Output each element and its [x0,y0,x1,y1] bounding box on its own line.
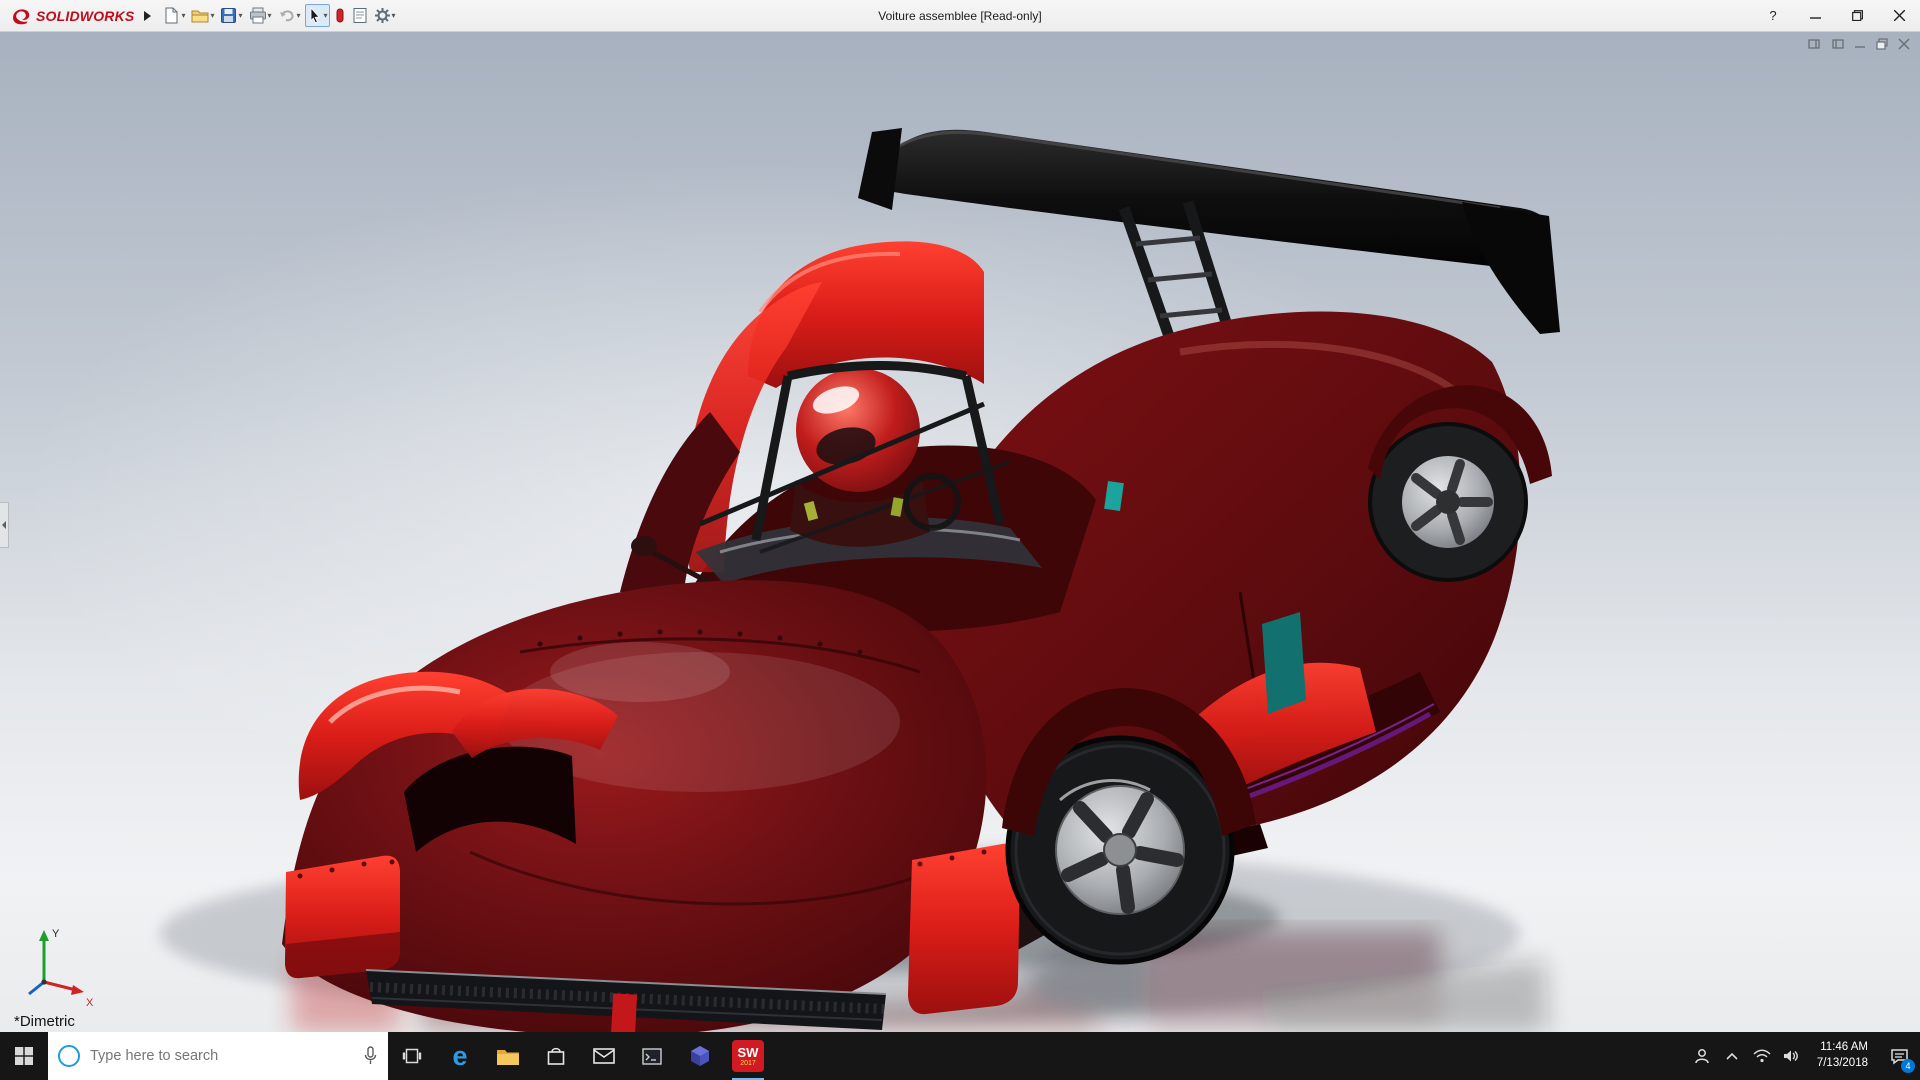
open-folder-icon [191,7,209,24]
taskbar-app-command-prompt[interactable] [628,1032,676,1080]
task-view-button[interactable] [388,1032,436,1080]
minimize-document-icon [1854,38,1866,50]
select-tool-button[interactable]: ▾ [305,4,330,27]
rebuild-button[interactable] [332,4,348,27]
dropdown-caret-icon[interactable]: ▾ [210,11,214,20]
feature-panel-collapse-tab[interactable] [0,502,9,548]
dropdown-caret-icon[interactable]: ▾ [268,11,272,20]
solidworks-app-icon: SW 2017 [732,1040,764,1072]
store-icon [546,1046,566,1066]
titlebar: SOLIDWORKS ▾ ▾ ▾ [0,0,1920,32]
restore-document-button[interactable] [1876,38,1888,50]
network-tray-button[interactable] [1747,1032,1777,1080]
windows-start-icon [15,1047,33,1065]
show-hidden-icons-button[interactable] [1717,1032,1747,1080]
undo-icon [278,7,296,24]
close-button[interactable] [1878,0,1920,31]
options-button[interactable]: ▾ [372,4,398,27]
print-icon [249,7,267,24]
new-document-icon [163,7,180,24]
dropdown-caret-icon[interactable]: ▾ [324,11,328,20]
quick-access-toolbar: ▾ ▾ ▾ ▾ ▾ [161,4,397,27]
speaker-icon [1783,1049,1800,1063]
taskbar-app-file-explorer[interactable] [484,1032,532,1080]
new-document-button[interactable]: ▾ [161,4,187,27]
minimize-button[interactable] [1794,0,1836,31]
graphics-viewport[interactable]: Y X *Dimetric [0,32,1920,1032]
people-tray-button[interactable] [1687,1032,1717,1080]
rebuild-icon [334,7,346,24]
clock-time: 11:46 AM [1820,1040,1868,1056]
edge-icon: e [452,1041,467,1072]
chevron-up-icon [1726,1052,1738,1060]
cube-app-icon [690,1045,710,1067]
help-icon: ? [1769,8,1776,23]
undock-window-icon [1831,38,1844,50]
notification-badge: 4 [1901,1059,1915,1073]
dock-window-icon [1808,38,1821,50]
system-tray: 11:46 AM 7/13/2018 4 [1687,1032,1920,1080]
maximize-button[interactable] [1836,0,1878,31]
taskbar-app-store[interactable] [532,1032,580,1080]
minimize-icon [1810,10,1821,21]
options-gear-icon [374,7,391,24]
dropdown-caret-icon[interactable]: ▾ [392,11,396,20]
volume-tray-button[interactable] [1777,1032,1807,1080]
cortana-icon [58,1045,80,1067]
undock-window-button[interactable] [1831,38,1844,50]
ds-logo-icon [10,5,32,27]
mail-icon [593,1048,615,1064]
clock-date: 7/13/2018 [1817,1056,1868,1072]
3d-scene-canvas[interactable] [0,32,1920,1032]
window-controls: ? [1752,0,1920,31]
taskbar-app-solidworks[interactable]: SW 2017 [724,1032,772,1080]
people-icon [1694,1048,1710,1064]
close-document-button[interactable] [1898,38,1910,50]
taskbar-app-mail[interactable] [580,1032,628,1080]
help-button[interactable]: ? [1752,0,1794,31]
print-button[interactable]: ▾ [247,4,274,27]
document-window-controls [1808,38,1910,50]
triad-x-label: X [86,997,94,1008]
dropdown-caret-icon[interactable]: ▾ [181,11,185,20]
menu-expand-arrow-icon[interactable] [144,11,151,21]
windows-taskbar: e SW 20 [0,1032,1920,1080]
dock-window-button[interactable] [1808,38,1821,50]
taskbar-search[interactable] [48,1032,388,1080]
file-properties-icon [352,7,368,24]
select-cursor-icon [307,7,323,24]
brand-text: SOLIDWORKS [36,8,134,24]
undo-button[interactable]: ▾ [276,4,303,27]
dropdown-caret-icon[interactable]: ▾ [238,11,242,20]
view-orientation-label: *Dimetric [14,1013,75,1030]
maximize-icon [1852,10,1863,21]
wifi-icon [1753,1049,1771,1063]
save-button[interactable]: ▾ [218,4,244,27]
taskbar-clock[interactable]: 11:46 AM 7/13/2018 [1807,1032,1878,1080]
save-icon [220,7,237,24]
file-properties-button[interactable] [350,4,370,27]
triad-y-label: Y [52,928,60,940]
microphone-icon[interactable] [363,1046,378,1066]
start-button[interactable] [0,1032,48,1080]
action-center-button[interactable]: 4 [1878,1032,1920,1080]
restore-document-icon [1876,38,1888,50]
close-icon [1894,10,1905,21]
solidworks-logo: SOLIDWORKS [0,5,140,27]
search-input[interactable] [90,1048,353,1064]
orientation-triad: Y X [14,924,104,1008]
taskbar-app-edge[interactable]: e [436,1032,484,1080]
open-button[interactable]: ▾ [189,4,216,27]
dropdown-caret-icon[interactable]: ▾ [297,11,301,20]
side-mirror [631,536,657,556]
taskbar-app-cube[interactable] [676,1032,724,1080]
task-view-icon [402,1048,422,1064]
close-document-icon [1898,38,1910,50]
minimize-document-button[interactable] [1854,38,1866,50]
file-explorer-icon [496,1047,520,1066]
command-prompt-icon [642,1048,662,1065]
